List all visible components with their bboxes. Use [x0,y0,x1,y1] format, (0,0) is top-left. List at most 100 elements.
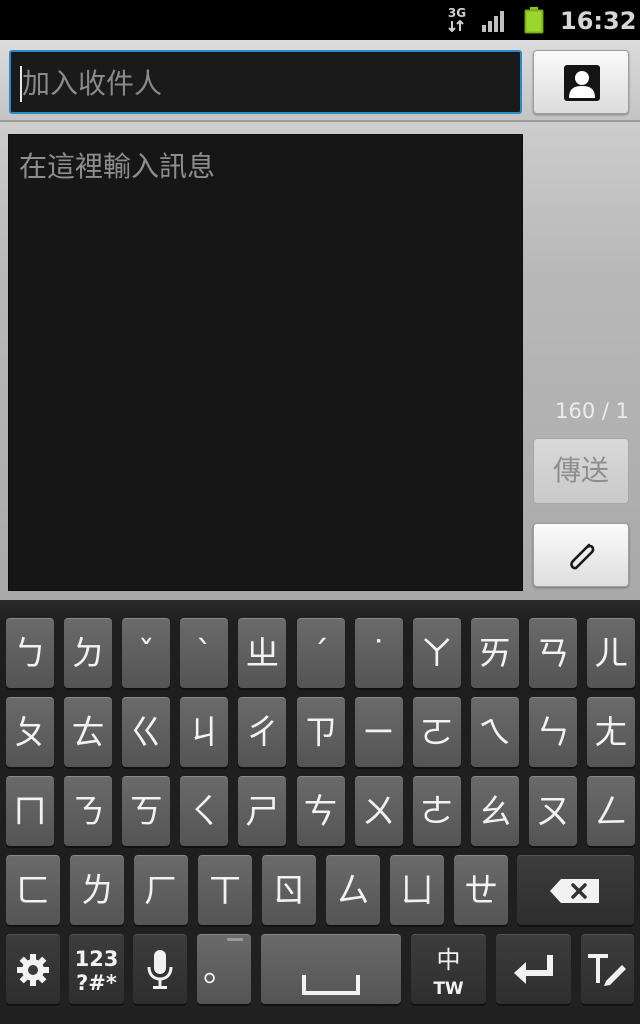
enter-key[interactable] [496,934,571,1004]
key-3-3[interactable]: ㄎ [122,776,171,846]
key-2-7[interactable]: ㄧ [354,697,403,767]
key-3-9[interactable]: ㄠ [470,776,519,846]
key-label: ㄛ [419,713,454,753]
send-button[interactable]: 傳送 [533,438,629,504]
key-label: ㄏ [144,871,178,911]
key-label: ㄡ [535,792,570,832]
key-3-8[interactable]: ㄜ [412,776,461,846]
key-label: ㄚ [419,634,454,674]
key-label: ㄐ [187,713,222,753]
key-1-3[interactable]: ˇ [122,618,171,688]
key-4-8[interactable]: ㄝ [454,855,508,925]
key-label: ㄨ [361,792,396,832]
key-4-7[interactable]: ㄩ [390,855,444,925]
key-4-1[interactable]: ㄈ [6,855,60,925]
key-1-8[interactable]: ㄚ [412,618,461,688]
voice-input-key[interactable] [133,934,187,1004]
key-label: ㄩ [400,871,434,911]
key-label: ㄔ [245,713,280,753]
key-4-3[interactable]: ㄏ [134,855,188,925]
key-label: ㄈ [16,871,50,911]
key-label: ㄗ [303,713,338,753]
key-3-10[interactable]: ㄡ [528,776,577,846]
language-key-line2: TW [433,979,464,999]
message-input[interactable]: 在這裡輸入訊息 [8,134,523,591]
key-label: ˊ [312,634,329,674]
symbols-key[interactable]: 123 ?#* [69,934,124,1004]
key-label: ㄞ [477,634,512,674]
key-label: ˋ [195,634,213,674]
key-label: ㄥ [594,792,628,832]
key-label: ㄑ [187,792,222,832]
key-label: ㄉ [71,634,106,674]
key-4-5[interactable]: ㄖ [262,855,316,925]
key-4-4[interactable]: ㄒ [198,855,252,925]
settings-icon [17,954,49,986]
key-2-1[interactable]: ㄆ [6,697,54,767]
recipient-placeholder: 加入收件人 [22,67,163,100]
status-time: 16:32 [560,7,637,35]
key-2-11[interactable]: ㄤ [587,697,635,767]
key-1-11[interactable]: ㄦ [587,618,635,688]
key-4-2[interactable]: ㄌ [70,855,124,925]
backspace-key[interactable] [517,855,634,925]
key-1-1[interactable]: ㄅ [6,618,54,688]
key-label: ㄌ [80,871,114,911]
language-key-line1: 中 [436,946,461,974]
key-1-10[interactable]: ㄢ [528,618,577,688]
key-hint-mark [227,938,243,941]
settings-key[interactable] [6,934,60,1004]
key-label: ㄟ [477,713,512,753]
key-label: ㄎ [129,792,164,832]
key-2-6[interactable]: ㄗ [296,697,345,767]
compose-screen: 加入收件人 在這裡輸入訊息 160 / 1 傳送 [0,40,640,600]
key-3-1[interactable]: ㄇ [6,776,54,846]
language-key[interactable]: 中 TW [411,934,486,1004]
key-2-8[interactable]: ㄛ [412,697,461,767]
key-2-3[interactable]: ㄍ [122,697,171,767]
key-2-5[interactable]: ㄔ [238,697,287,767]
key-1-7[interactable]: ˙ [354,618,403,688]
key-3-11[interactable]: ㄥ [587,776,635,846]
key-4-6[interactable]: ㄙ [326,855,380,925]
contact-picker-button[interactable] [533,50,629,114]
space-key[interactable] [261,934,401,1004]
key-label: ㄙ [336,871,370,911]
key-3-2[interactable]: ㄋ [64,776,113,846]
key-2-2[interactable]: ㄊ [64,697,113,767]
key-label: ㄘ [303,792,338,832]
key-2-4[interactable]: ㄐ [180,697,229,767]
key-1-6[interactable]: ˊ [296,618,345,688]
key-3-6[interactable]: ㄘ [296,776,345,846]
key-1-4[interactable]: ˋ [180,618,229,688]
symbols-key-line2: ?#* [76,971,117,995]
key-1-5[interactable]: ㄓ [238,618,287,688]
key-label: ˇ [137,634,155,674]
contact-icon [564,65,600,101]
key-label: ㄊ [71,713,106,753]
key-3-4[interactable]: ㄑ [180,776,229,846]
handwriting-key[interactable] [581,934,634,1004]
key-3-5[interactable]: ㄕ [238,776,287,846]
period-key-label: 。 [203,950,237,990]
period-key[interactable]: 。 [197,934,251,1004]
key-label: ㄜ [419,792,454,832]
key-label: ㄇ [13,792,47,832]
signal-icon [482,11,504,32]
key-1-2[interactable]: ㄉ [64,618,113,688]
key-label: ㄢ [535,634,570,674]
network-3g-icon: 3G [442,7,472,35]
key-label: ˙ [370,634,388,674]
key-label: ㄤ [594,713,628,753]
key-3-7[interactable]: ㄨ [354,776,403,846]
microphone-icon [147,950,173,989]
paperclip-icon [570,543,595,570]
key-label: ㄒ [208,871,242,911]
character-counter: 160 / 1 [555,399,629,423]
recipient-input[interactable]: 加入收件人 [9,50,522,114]
key-1-9[interactable]: ㄞ [470,618,519,688]
attach-button[interactable] [533,523,629,587]
key-label: ㄧ [361,713,396,753]
key-2-10[interactable]: ㄣ [528,697,577,767]
key-2-9[interactable]: ㄟ [470,697,519,767]
